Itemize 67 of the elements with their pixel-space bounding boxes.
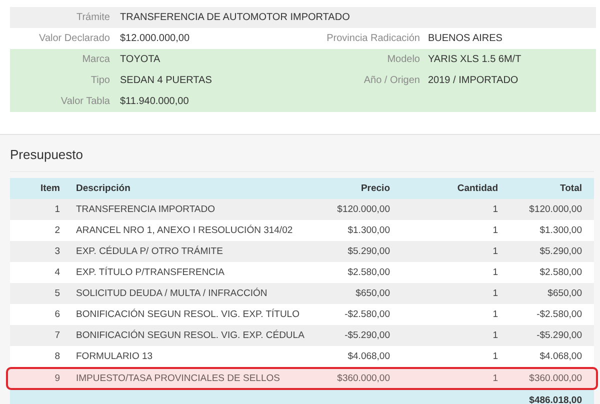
table-cell-text: $360.000,00 <box>336 373 391 384</box>
table-cell-text: 5 <box>54 288 60 299</box>
field-value: TOYOTA <box>119 54 162 65</box>
column-header: Precio <box>360 183 391 194</box>
table-cell-text: $650,00 <box>354 288 391 299</box>
table-cell-text: 1 <box>492 204 498 215</box>
table-cell-text: -$5.290,00 <box>536 330 583 341</box>
table-cell-text: $4.068,00 <box>346 351 391 362</box>
column-header: Total <box>559 183 583 194</box>
table-cell-text: $5.290,00 <box>346 246 391 257</box>
table-cell-text: $120.000,00 <box>528 204 583 215</box>
table-cell-text: TRANSFERENCIA IMPORTADO <box>75 204 216 215</box>
table-cell-text: 1 <box>492 225 498 236</box>
table-cell-text: 8 <box>54 351 60 362</box>
field-value: SEDAN 4 PUERTAS <box>119 75 213 86</box>
table-cell-text: 1 <box>54 204 60 215</box>
table-cell-text: EXP. CÉDULA P/ OTRO TRÁMITE <box>75 246 224 257</box>
field-label: Trámite <box>75 12 110 23</box>
table-cell-text: 9 <box>54 373 60 384</box>
table-cell-text: 1 <box>492 373 498 384</box>
table-cell-text: BONIFICACIÓN SEGUN RESOL. VIG. EXP. CÉDULA <box>75 330 302 341</box>
table-cell-text: ARANCEL NRO 1, ANEXO I RESOLUCIÓN 314/02 <box>75 225 294 236</box>
table-cell-text: BONIFICACIÓN SEGUN RESOL. VIG. EXP. TÍTULO <box>75 309 300 320</box>
table-cell-text: $4.068,00 <box>538 351 583 362</box>
column-header: Cantidad <box>456 183 498 194</box>
column-header: Item <box>39 183 60 194</box>
table-cell-text: -$2.580,00 <box>344 309 391 320</box>
table-cell-text: EXP. TÍTULO P/TRANSFERENCIA <box>75 267 226 278</box>
field-value: YARIS XLS 1.5 6M/T <box>427 54 522 65</box>
table-cell-text: $2.580,00 <box>346 267 391 278</box>
field-label: Marca <box>81 54 110 65</box>
table-cell-text: 2 <box>54 225 60 236</box>
field-value: TRANSFERENCIA DE AUTOMOTOR IMPORTADO <box>119 12 351 23</box>
field-label: Valor Declarado <box>38 33 110 44</box>
table-cell-text: SOLICITUD DEUDA / MULTA / INFRACCIÓN <box>75 288 268 299</box>
field-value: $11.940.000,00 <box>119 96 190 107</box>
table-cell-text: $360.000,00 <box>528 373 583 384</box>
field-label: Año / Origen <box>362 75 420 86</box>
table-cell-text: 1 <box>492 309 498 320</box>
table-cell-text: 1 <box>492 267 498 278</box>
table-cell-text: $120.000,00 <box>336 204 391 215</box>
table-cell-text: 7 <box>54 330 60 341</box>
table-cell-text: $2.580,00 <box>538 267 583 278</box>
field-value: $12.000.000,00 <box>119 33 191 44</box>
table-cell-text: 1 <box>492 288 498 299</box>
field-label: Valor Tabla <box>60 96 110 107</box>
table-cell-text: 1 <box>492 351 498 362</box>
table-cell-text: $1.300,00 <box>538 225 583 236</box>
table-cell-text: FORMULARIO 13 <box>75 351 154 362</box>
field-label: Provincia Radicación <box>326 33 420 44</box>
section-title: Presupuesto <box>10 147 594 172</box>
field-value: 2019 / IMPORTADO <box>427 75 520 86</box>
field-label: Modelo <box>386 54 420 65</box>
column-header: Descripción <box>75 183 132 194</box>
table-cell-text: $650,00 <box>546 288 583 299</box>
field-label: Tipo <box>90 75 110 86</box>
table-cell-text: $5.290,00 <box>538 246 583 257</box>
table-cell-text: 6 <box>54 309 60 320</box>
field-value: BUENOS AIRES <box>427 33 504 44</box>
table-cell-text: $1.300,00 <box>346 225 391 236</box>
table-cell-text: 4 <box>54 267 60 278</box>
table-cell-text: 1 <box>492 246 498 257</box>
table-cell-text: -$5.290,00 <box>344 330 391 341</box>
table-cell-text: -$2.580,00 <box>536 309 583 320</box>
table-cell-text: IMPUESTO/TASA PROVINCIALES DE SELLOS <box>75 373 281 384</box>
table-cell-text: 1 <box>492 330 498 341</box>
table-cell-text: 3 <box>54 246 60 257</box>
